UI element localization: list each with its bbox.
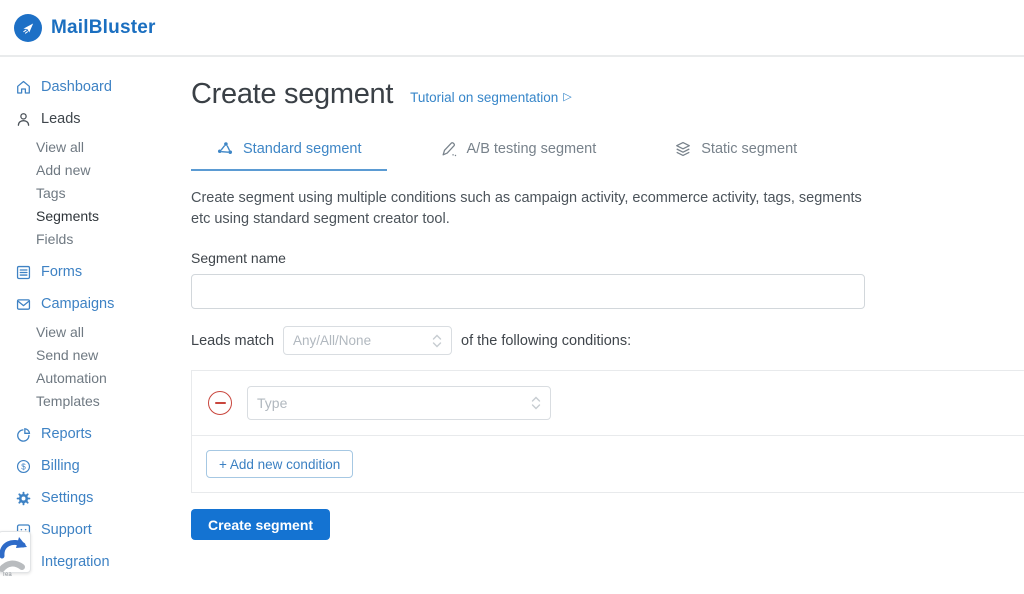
condition-type-select[interactable]: Type <box>247 386 551 420</box>
sidebar-subitem-leads-view-all[interactable]: View all <box>0 135 191 158</box>
cursor-arrow-artifact-icon <box>0 537 27 572</box>
sidebar-item-label: Leads <box>41 111 81 127</box>
tab-static-segment[interactable]: Static segment <box>649 129 822 171</box>
sidebar-subitem-send-new[interactable]: Send new <box>0 343 191 366</box>
sidebar-item-label: Settings <box>41 490 94 506</box>
envelope-icon <box>14 295 32 313</box>
sidebar-item-forms[interactable]: Forms <box>0 256 191 288</box>
create-segment-button[interactable]: Create segment <box>191 509 331 540</box>
sidebar-item-label: Integration <box>41 554 110 570</box>
share-network-icon <box>216 140 234 158</box>
pen-icon <box>440 140 458 158</box>
sidebar-item-reports[interactable]: Reports <box>0 418 191 450</box>
sidebar-item-billing[interactable]: $ Billing <box>0 450 191 482</box>
condition-type-placeholder: Type <box>257 395 288 411</box>
top-bar: MailBluster <box>0 0 1024 57</box>
home-icon <box>14 78 32 96</box>
add-new-condition-button[interactable]: + Add new condition <box>206 450 354 478</box>
tab-standard-segment[interactable]: Standard segment <box>191 129 387 171</box>
tab-label: Static segment <box>701 141 798 157</box>
tutorial-link[interactable]: Tutorial on segmentation ▷ <box>410 90 572 105</box>
add-condition-row: + Add new condition <box>192 435 1024 492</box>
user-icon <box>14 110 32 128</box>
sidebar-item-dashboard[interactable]: Dashboard <box>0 71 191 103</box>
chevron-up-down-icon <box>432 334 442 348</box>
sidebar-item-label: Dashboard <box>41 79 112 95</box>
segment-description: Create segment using multiple conditions… <box>191 190 862 227</box>
minus-icon <box>214 402 226 404</box>
sidebar-subitem-tags[interactable]: Tags <box>0 181 191 204</box>
sidebar-item-label: Campaigns <box>41 296 115 312</box>
main-content: Create segment Tutorial on segmentation … <box>191 57 1024 540</box>
tutorial-link-label: Tutorial on segmentation <box>410 90 559 105</box>
sidebar-subitem-templates[interactable]: Templates <box>0 389 191 412</box>
sidebar-item-leads[interactable]: Leads <box>0 103 191 135</box>
layers-icon <box>674 140 692 158</box>
match-mode-placeholder: Any/All/None <box>293 333 372 348</box>
conditions-group: Type + Add new condition <box>191 370 1024 493</box>
tab-label: Standard segment <box>243 141 362 157</box>
mailbluster-logo-icon[interactable] <box>14 13 42 42</box>
brand-name[interactable]: MailBluster <box>51 17 156 39</box>
sidebar-subitem-leads-add-new[interactable]: Add new <box>0 158 191 181</box>
tab-label: A/B testing segment <box>466 141 597 157</box>
svg-text:$: $ <box>21 462 26 471</box>
form-icon <box>14 263 32 281</box>
sidebar-subitem-campaigns-view-all[interactable]: View all <box>0 320 191 343</box>
leads-match-label: Leads match <box>191 332 275 349</box>
condition-row: Type <box>192 371 1024 435</box>
sidebar-item-label: Reports <box>41 426 92 442</box>
sidebar-subitem-automation[interactable]: Automation <box>0 366 191 389</box>
dollar-circle-icon: $ <box>14 457 32 475</box>
segment-name-input[interactable] <box>191 274 865 309</box>
segment-name-label: Segment name <box>191 250 286 266</box>
tab-ab-testing-segment[interactable]: A/B testing segment <box>415 129 622 171</box>
sidebar-item-settings[interactable]: Settings <box>0 482 191 514</box>
sidebar-nav: Dashboard Leads View all Add new Tags Se… <box>0 57 191 578</box>
page-title: Create segment <box>191 78 394 110</box>
chevron-up-down-icon <box>531 396 541 410</box>
overlay-artifact-caption: Tea <box>2 572 12 578</box>
segment-type-tabs: Standard segment A/B testing segment Sta… <box>191 129 1024 171</box>
sidebar-item-label: Billing <box>41 458 80 474</box>
pie-chart-icon <box>14 425 32 443</box>
sidebar-item-label: Support <box>41 522 92 538</box>
paper-plane-icon <box>23 23 34 34</box>
match-mode-select[interactable]: Any/All/None <box>283 326 453 355</box>
screen-overlay-artifact <box>0 531 31 573</box>
sidebar-item-label: Forms <box>41 264 83 280</box>
remove-condition-button[interactable] <box>208 391 232 415</box>
sidebar-subitem-segments[interactable]: Segments <box>0 204 191 227</box>
conditions-suffix-label: of the following conditions: <box>461 332 632 349</box>
play-icon: ▷ <box>563 91 572 103</box>
sidebar-item-campaigns[interactable]: Campaigns <box>0 288 191 320</box>
gear-icon <box>14 489 32 507</box>
sidebar-subitem-fields[interactable]: Fields <box>0 227 191 250</box>
